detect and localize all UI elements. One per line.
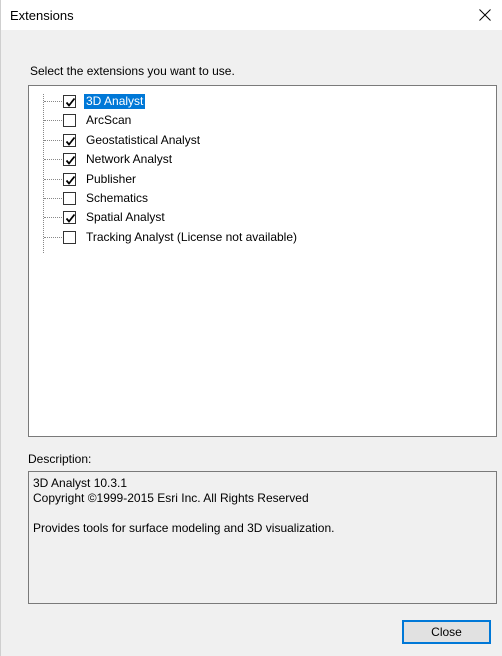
tree-branch-line [44, 159, 64, 161]
extensions-dialog: Extensions Select the extensions you wan… [0, 0, 502, 656]
checkbox-checked[interactable] [63, 153, 76, 167]
description-line-copyright: Copyright ©1999-2015 Esri Inc. All Right… [33, 491, 309, 505]
description-line-summary: Provides tools for surface modeling and … [33, 521, 335, 535]
checkmark-icon [65, 214, 76, 224]
tree-branch-line [44, 139, 64, 141]
extension-item[interactable]: Tracking Analyst (License not available) [29, 228, 496, 247]
checkbox-unchecked[interactable] [63, 114, 76, 128]
extension-label: Publisher [86, 171, 137, 186]
tree-branch-line [44, 217, 64, 219]
checkmark-icon [65, 156, 76, 166]
checkbox-unchecked[interactable] [63, 230, 76, 244]
checkbox-checked[interactable] [63, 211, 76, 225]
tree-branch-line [44, 178, 64, 180]
tree-branch-line [44, 236, 64, 238]
description-box: 3D Analyst 10.3.1 Copyright ©1999-2015 E… [28, 471, 497, 604]
checkbox-unchecked[interactable] [63, 192, 76, 205]
checkmark-icon [65, 97, 76, 107]
extension-label: 3D Analyst [84, 94, 146, 109]
checkbox-checked[interactable] [63, 133, 76, 147]
extension-label: Geostatistical Analyst [86, 132, 201, 147]
checkbox-checked[interactable] [63, 95, 76, 108]
title-bar[interactable]: Extensions [1, 0, 502, 30]
window-title: Extensions [10, 8, 74, 23]
close-x-icon[interactable] [469, 3, 501, 27]
extension-label: Schematics [86, 191, 149, 205]
extension-label: ArcScan [86, 113, 132, 128]
extension-item[interactable]: Spatial Analyst [29, 208, 496, 227]
extension-label: Spatial Analyst [86, 210, 165, 225]
checkmark-icon [65, 136, 76, 146]
tree-branch-line [44, 120, 64, 122]
close-button[interactable]: Close [402, 620, 491, 644]
extension-item[interactable]: Network Analyst [29, 150, 496, 169]
extension-item[interactable]: Geostatistical Analyst [29, 131, 496, 150]
extensions-list[interactable]: 3D Analyst ArcScan Geostatistical Analyst N… [28, 85, 497, 437]
extension-item[interactable]: Publisher [29, 170, 496, 189]
extension-label: Tracking Analyst (License not available) [86, 229, 297, 244]
checkbox-checked[interactable] [63, 172, 76, 186]
extension-item[interactable]: 3D Analyst [29, 92, 496, 111]
extension-item[interactable]: ArcScan [29, 111, 496, 130]
extension-label: Network Analyst [86, 152, 173, 167]
tree-branch-line [44, 101, 64, 102]
instruction-text: Select the extensions you want to use. [30, 64, 235, 78]
description-line-version: 3D Analyst 10.3.1 [33, 476, 128, 490]
tree-branch-line [44, 198, 64, 199]
checkmark-icon [65, 175, 76, 185]
extension-item[interactable]: Schematics [29, 189, 496, 208]
description-label: Description: [28, 452, 92, 466]
